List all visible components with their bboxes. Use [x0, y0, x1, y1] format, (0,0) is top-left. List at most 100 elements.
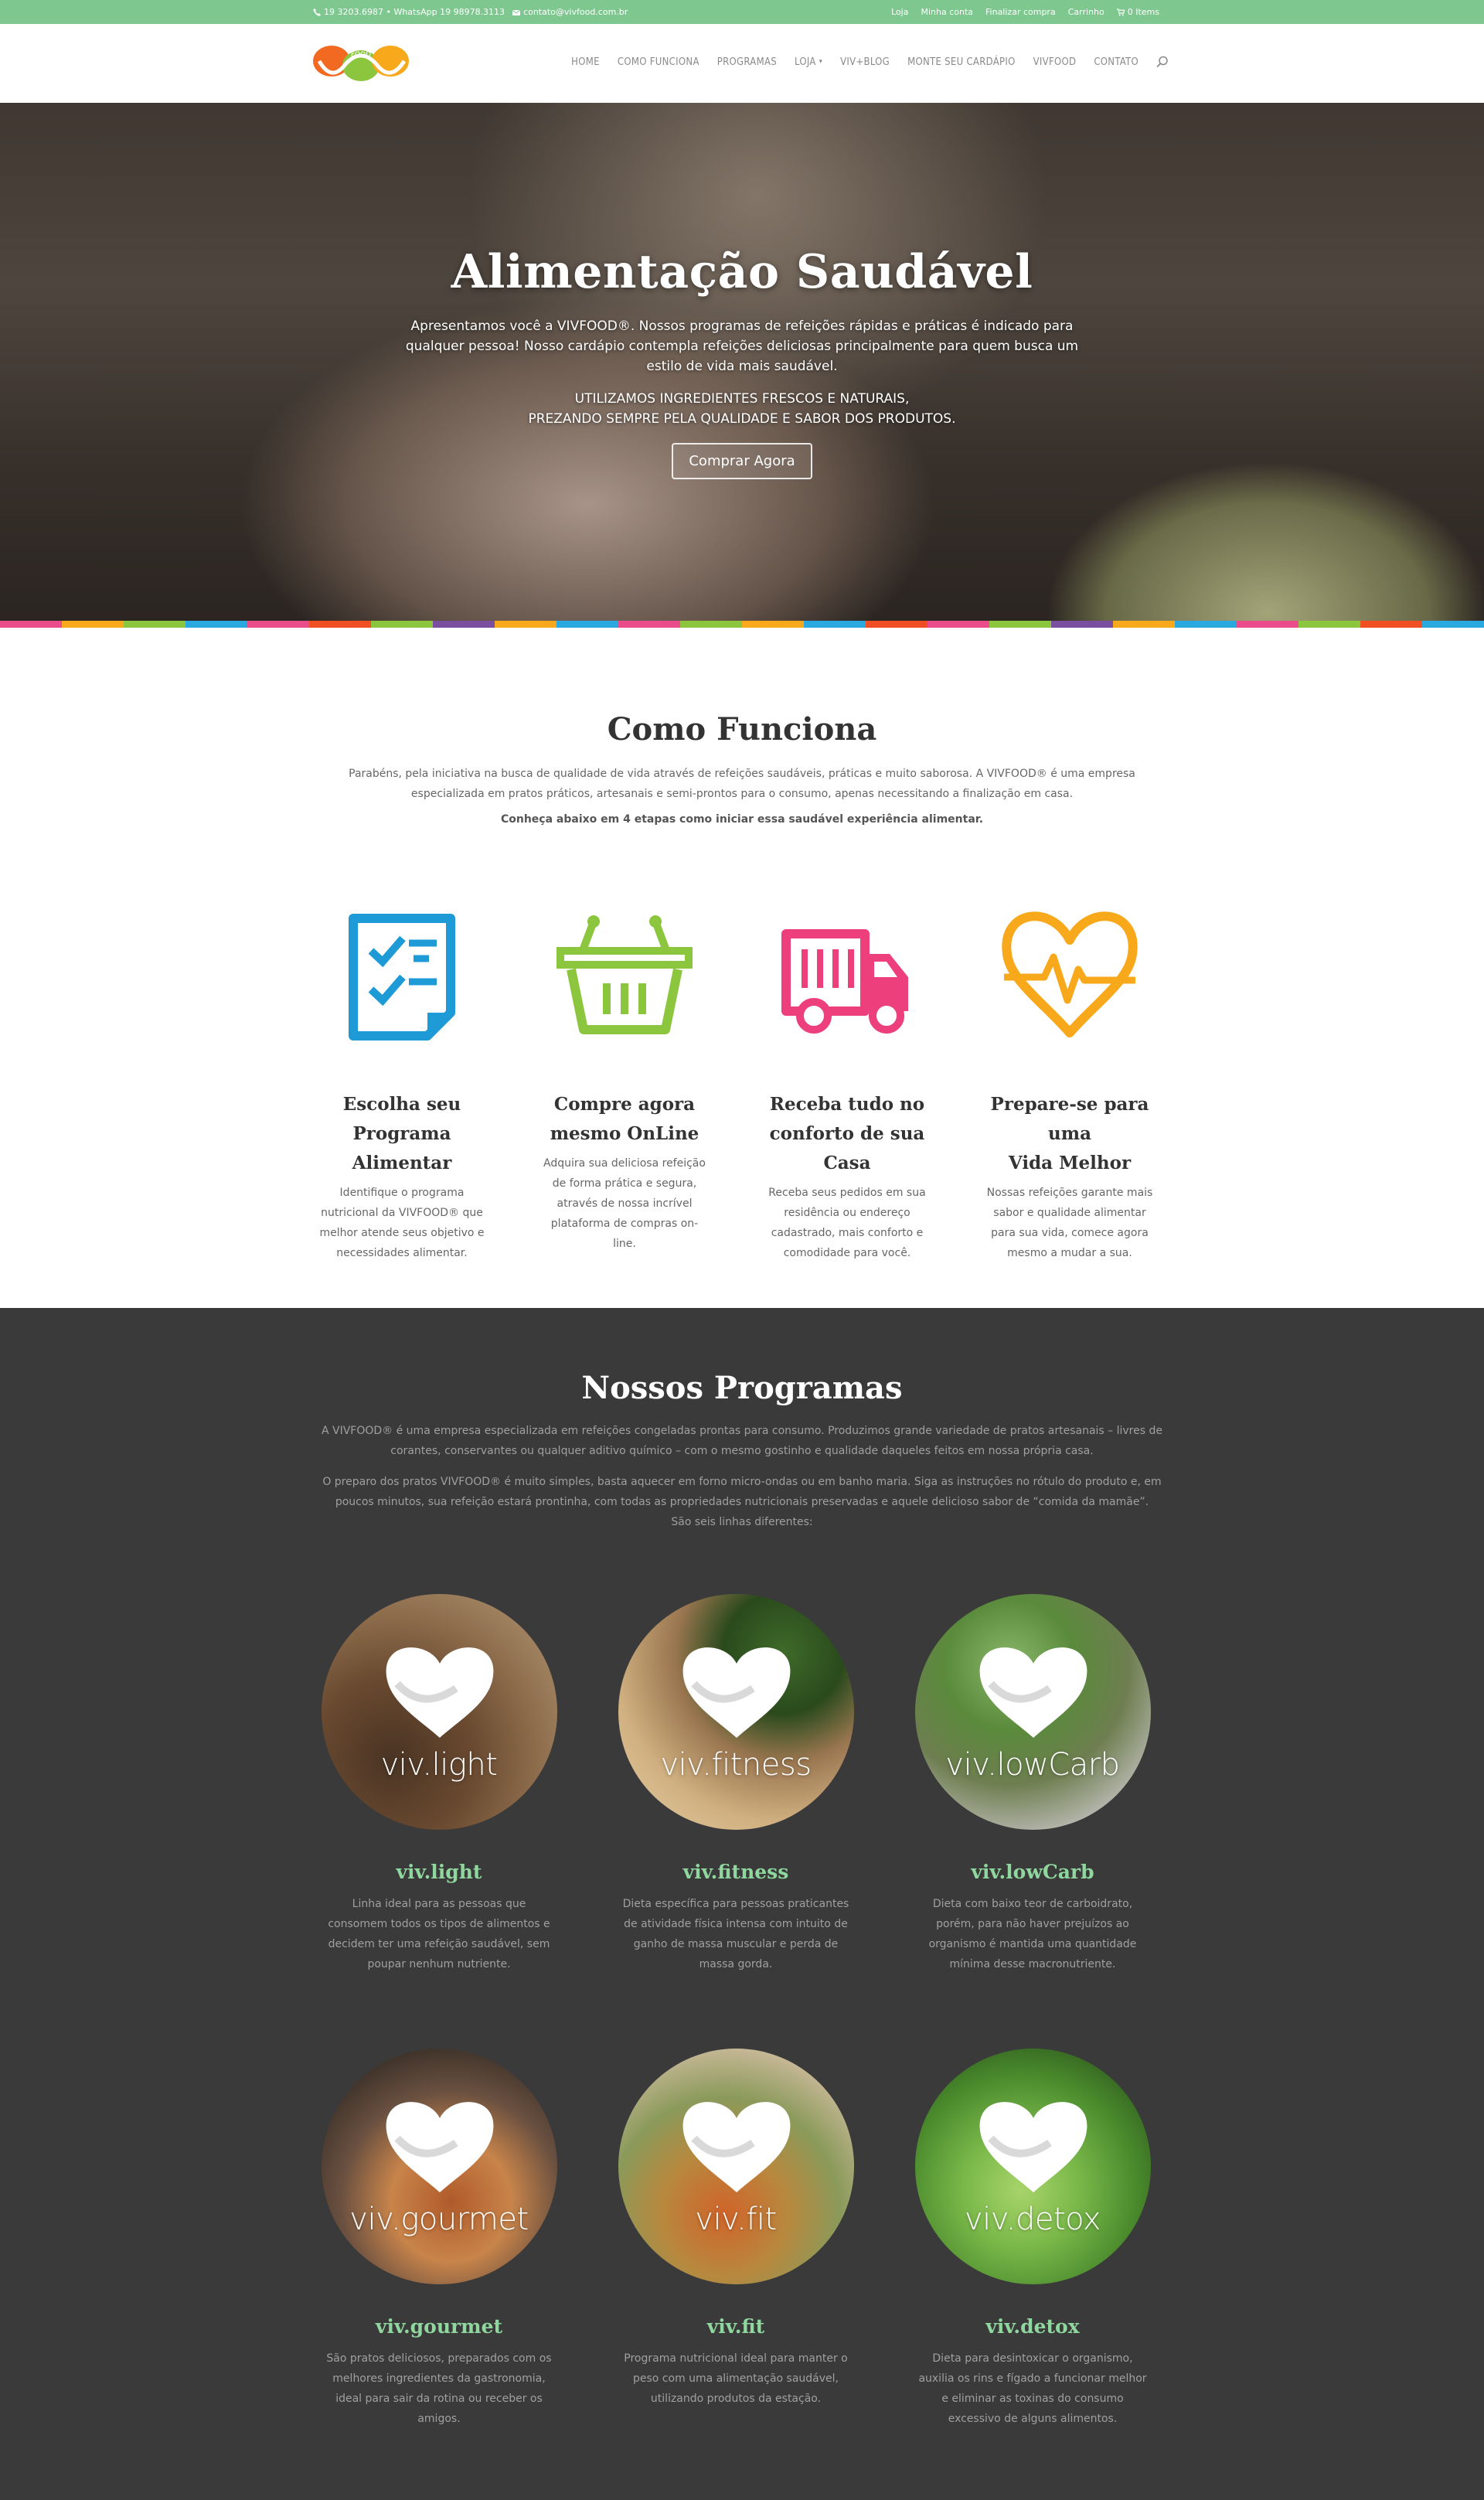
program-name[interactable]: viv.fit — [612, 2315, 859, 2338]
stripe-segment — [0, 621, 62, 628]
program-card-gourmet[interactable]: viv.gourmet viv.gourmet São pratos delic… — [315, 2049, 563, 2429]
stripe-segment — [928, 621, 989, 628]
step-prepare: Prepare-se para uma Vida Melhor Nossas re… — [969, 903, 1170, 1263]
program-description: São pratos deliciosos, preparados com os… — [326, 2352, 552, 2425]
chevron-down-icon: ▾ — [819, 58, 823, 66]
como-funciona-section: Como Funciona Parabéns, pela iniciativa … — [0, 628, 1484, 1308]
vivfood-logo[interactable]: FOOD — [313, 43, 410, 83]
hero-subtext-line1: UTILIZAMOS INGREDIENTES FRESCOS E NATURA… — [574, 391, 910, 407]
program-card-fit[interactable]: viv.fit viv.fit Programa nutricional ide… — [612, 2049, 859, 2409]
program-image[interactable]: viv.fitness — [618, 1594, 854, 1830]
program-image[interactable]: viv.lowCarb — [914, 1594, 1151, 1830]
step-description: Receba seus pedidos em sua residência ou… — [768, 1187, 926, 1259]
program-image[interactable]: viv.light — [321, 1594, 557, 1830]
stripe-segment — [1298, 621, 1360, 628]
nav-monte-seu-cardapio[interactable]: MONTE SEU CARDÁPIO — [907, 56, 1016, 68]
program-name[interactable]: viv.light — [315, 1861, 563, 1883]
step-receba: Receba tudo no conforto de sua Casa Receb… — [747, 903, 948, 1263]
hero-subtext: UTILIZAMOS INGREDIENTES FRESCOS E NATURA… — [402, 389, 1082, 429]
stripe-segment — [742, 621, 804, 628]
program-name[interactable]: viv.fitness — [612, 1861, 859, 1883]
nav-vivfood[interactable]: VIVFOOD — [1033, 56, 1077, 68]
heart-logo-icon — [682, 1647, 790, 1738]
phone-icon — [313, 8, 321, 16]
comprar-agora-button[interactable]: Comprar Agora — [672, 443, 812, 479]
search-icon[interactable] — [1156, 56, 1169, 68]
stripe-segment — [124, 621, 186, 628]
hero-text: Apresentamos você a VIVFOOD®. Nossos pro… — [405, 318, 1079, 374]
nav-programas[interactable]: PROGRAMAS — [717, 56, 777, 68]
stripe-segment — [1360, 621, 1422, 628]
program-image[interactable]: viv.detox — [914, 2049, 1151, 2284]
program-description: Dieta específica para pessoas praticante… — [622, 1898, 849, 1970]
step-description: Adquira sua deliciosa refeição de forma … — [543, 1157, 706, 1250]
program-image[interactable]: viv.fit — [618, 2049, 854, 2284]
nav-contato[interactable]: CONTATO — [1094, 56, 1139, 68]
stripe-segment — [186, 621, 247, 628]
heart-logo-icon — [386, 1647, 493, 1738]
heartbeat-icon — [1002, 911, 1138, 1037]
como-funciona-intro: Parabéns, pela iniciativa na busca de qu… — [349, 768, 1135, 800]
program-circle-label: viv.fitness — [660, 1747, 812, 1783]
hero-subtext-line2: PREZANDO SEMPRE PELA QUALIDADE E SABOR D… — [528, 411, 956, 427]
program-description: Programa nutricional ideal para manter o… — [624, 2352, 848, 2405]
checklist-icon — [349, 914, 455, 1041]
step-title: Prepare-se para uma Vida Melhor — [990, 1094, 1149, 1173]
heart-logo-icon — [386, 2102, 493, 2192]
color-stripe — [0, 621, 1484, 628]
stripe-segment — [62, 621, 124, 628]
programas-preparo: O preparo dos pratos VIVFOOD® é muito si… — [313, 1472, 1171, 1532]
program-image[interactable]: viv.gourmet — [321, 2049, 557, 2284]
program-circle-label: viv.lowCarb — [945, 1747, 1120, 1783]
program-card-light[interactable]: viv.light viv.light Linha ideal para as … — [315, 1594, 563, 1974]
step-description: Identifique o programa nutricional da VI… — [319, 1187, 485, 1259]
nav-loja-label: LOJA — [795, 56, 816, 68]
program-description: Dieta para desintoxicar o organismo, aux… — [918, 2352, 1147, 2425]
stripe-segment — [433, 621, 495, 628]
stripe-segment — [556, 621, 618, 628]
programas-intro: A VIVFOOD® é uma empresa especializada e… — [321, 1425, 1162, 1457]
truck-icon — [781, 929, 908, 1034]
como-funciona-highlight: Conheça abaixo em 4 etapas como iniciar … — [500, 813, 984, 826]
program-name[interactable]: viv.detox — [909, 2315, 1156, 2338]
program-card-fitness[interactable]: viv.fitness viv.fitness Dieta específica… — [612, 1594, 859, 1974]
basket-icon — [556, 915, 693, 1034]
email-contact[interactable]: contato@vivfood.com.br — [512, 7, 628, 17]
hero-title: Alimentação Saudável — [451, 245, 1033, 299]
program-card-detox[interactable]: viv.detox viv.detox Dieta para desintoxi… — [909, 2049, 1156, 2429]
link-minha-conta[interactable]: Minha conta — [921, 7, 973, 17]
link-finalizar-compra[interactable]: Finalizar compra — [985, 7, 1056, 17]
program-circle-label: viv.gourmet — [349, 2202, 529, 2237]
nav-home[interactable]: HOME — [571, 56, 600, 68]
program-name[interactable]: viv.lowCarb — [909, 1861, 1156, 1883]
stripe-segment — [309, 621, 371, 628]
nav-loja[interactable]: LOJA ▾ — [795, 56, 822, 68]
program-card-lowcarb[interactable]: viv.lowCarb viv.lowCarb Dieta com baixo … — [909, 1594, 1156, 1974]
stripe-segment — [680, 621, 742, 628]
top-bar: 19 3203.6987 • WhatsApp 19 98978.3113 co… — [0, 0, 1484, 24]
program-name[interactable]: viv.gourmet — [315, 2315, 563, 2338]
stripe-segment — [866, 621, 928, 628]
phone-contact[interactable]: 19 3203.6987 • WhatsApp 19 98978.3113 — [313, 7, 505, 17]
program-description: Dieta com baixo teor de carboidrato, por… — [928, 1898, 1137, 1970]
nossos-programas-section: Nossos Programas A VIVFOOD® é uma empres… — [0, 1308, 1484, 2500]
envelope-icon — [512, 9, 521, 15]
stripe-segment — [495, 621, 556, 628]
heart-logo-icon — [979, 1647, 1087, 1738]
link-carrinho[interactable]: Carrinho — [1068, 7, 1104, 17]
link-loja[interactable]: Loja — [891, 7, 908, 17]
step-compre: Compre agora mesmo OnLine Adquira sua del… — [524, 903, 725, 1254]
stripe-segment — [1237, 621, 1298, 628]
step-description: Nossas refeições garante mais sabor e qu… — [986, 1187, 1153, 1259]
cart-count[interactable]: 0 Items — [1116, 7, 1159, 17]
program-circle-label: viv.light — [380, 1747, 498, 1783]
programas-linhas: São seis linhas diferentes: — [671, 1516, 813, 1528]
stripe-segment — [1422, 621, 1484, 628]
program-circle-label: viv.fit — [695, 2202, 777, 2237]
stripe-segment — [1175, 621, 1237, 628]
nav-como-funciona[interactable]: COMO FUNCIONA — [618, 56, 699, 68]
como-funciona-title: Como Funciona — [607, 711, 877, 748]
stripe-segment — [247, 621, 309, 628]
main-header: FOOD HOME COMO FUNCIONA PROGRAMAS LOJA ▾ … — [0, 24, 1484, 103]
nav-viv-blog[interactable]: VIV+BLOG — [840, 56, 890, 68]
